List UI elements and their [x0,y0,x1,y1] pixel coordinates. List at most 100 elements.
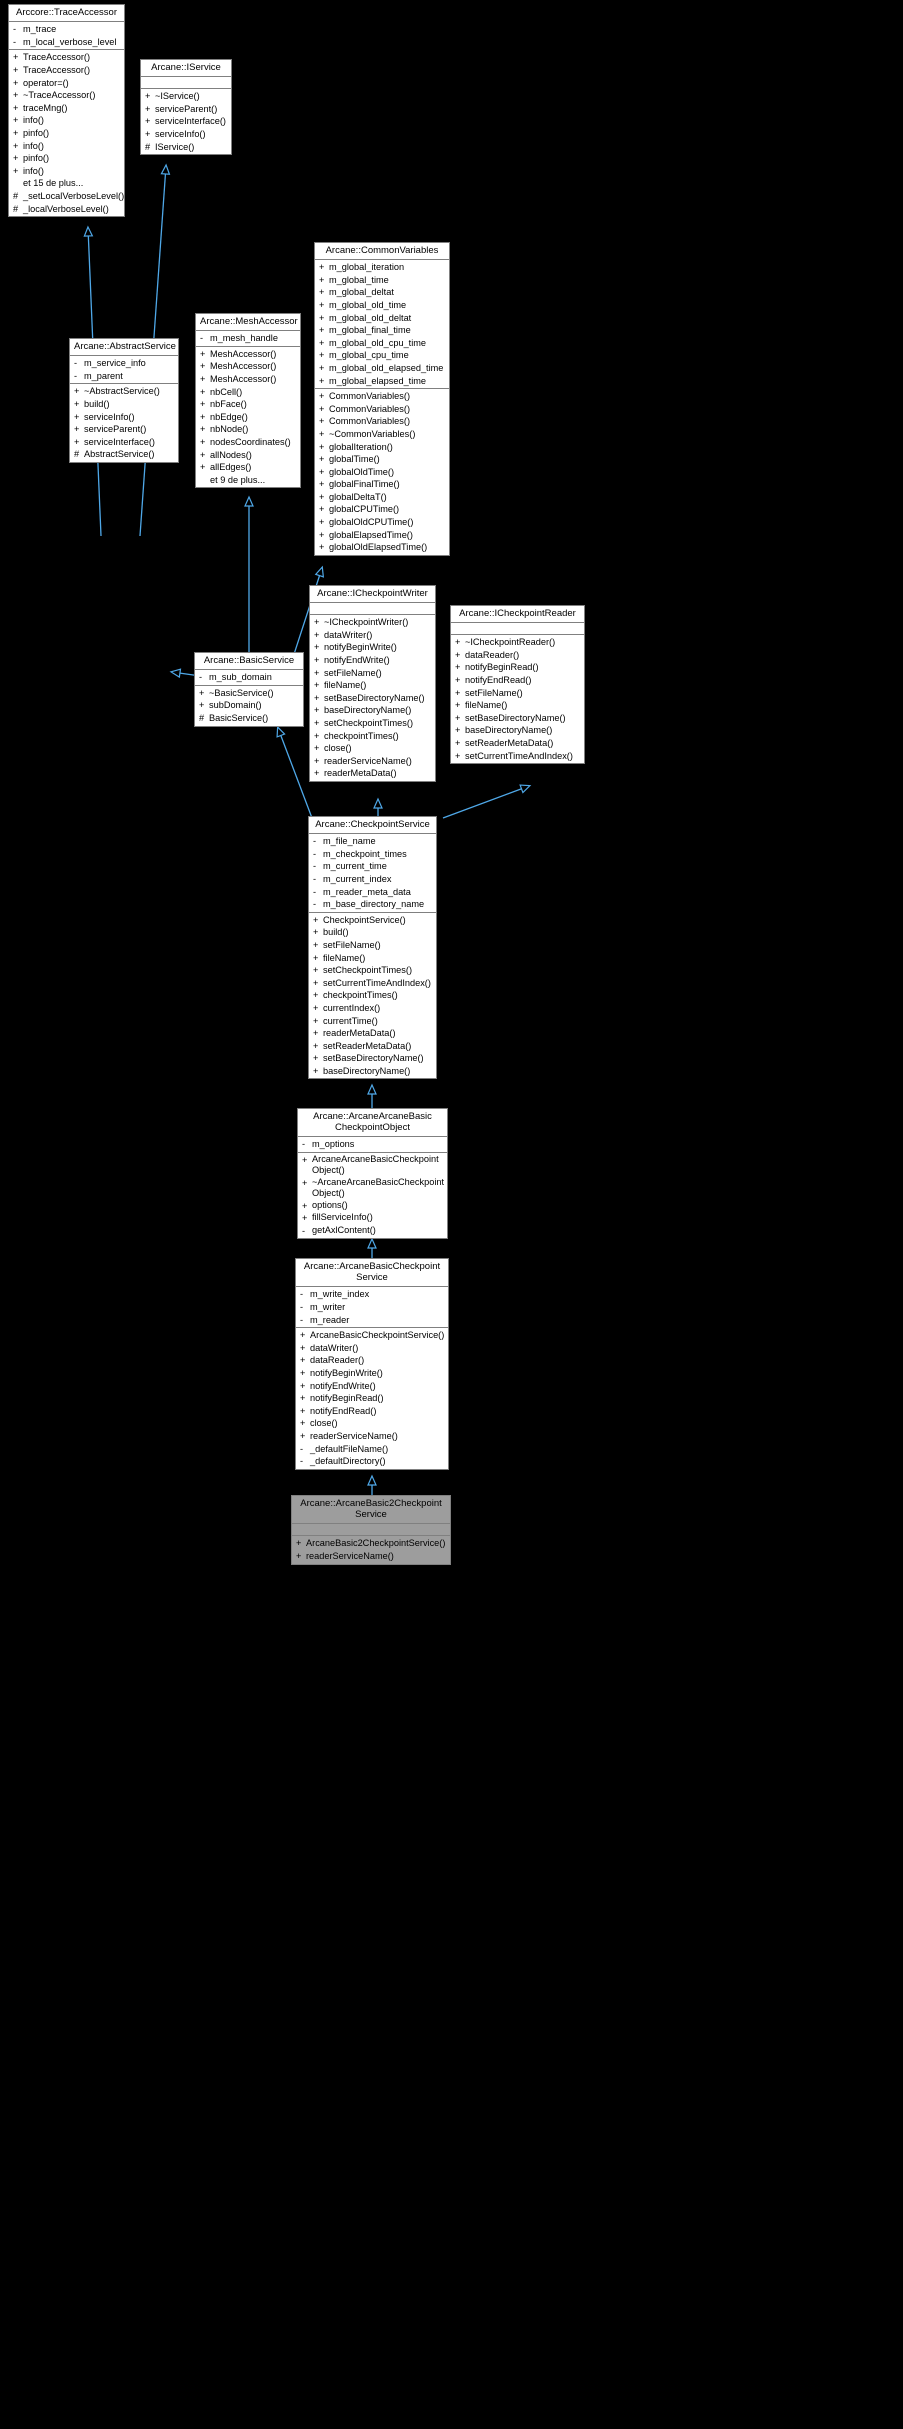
member-name: info() [23,115,44,126]
class-node-basic-service[interactable]: Arcane::BasicService - m_sub_domain + ~Bas… [194,652,304,727]
member-name: setReaderMetaData() [465,737,554,748]
member-visibility: # [199,712,205,723]
class-title: Arcane::AbstractService [70,339,178,357]
member-visibility: + [319,504,325,515]
class-member-row: - m_sub_domain [195,671,303,684]
attributes-section: - m_service_info - m_parent [70,356,178,385]
member-name: serviceInfo() [84,411,135,422]
member-name: setBaseDirectoryName() [323,1053,424,1064]
class-member-row: + TraceAccessor() [9,64,124,77]
class-node-icheckpoint-reader[interactable]: Arcane::ICheckpointReader + ~ICheckpointR… [450,605,585,765]
class-node-trace-accessor[interactable]: Arccore::TraceAccessor - m_trace - m_local_… [8,4,125,218]
member-name: ArcaneBasic2CheckpointService() [306,1538,446,1549]
member-name: fileName() [465,700,508,711]
member-name: MeshAccessor() [210,348,277,359]
class-member-row: + globalOldCPUTime() [315,516,449,529]
member-visibility: + [74,436,80,447]
member-visibility: + [319,262,325,273]
member-visibility: + [313,927,319,938]
class-member-row: - m_trace [9,23,124,36]
member-name: TraceAccessor() [23,64,91,75]
member-visibility: + [455,687,461,698]
member-name: fileName() [324,680,367,691]
edge-checkpointservice-icheckpointreader [442,784,532,819]
member-visibility: + [13,64,19,75]
class-member-row: - m_reader [296,1314,448,1327]
member-name: globalCPUTime() [329,504,400,515]
member-visibility: + [455,662,461,673]
member-name: getAxlContent() [312,1224,376,1235]
class-title: Arcane::IService [141,60,231,78]
class-member-row: + dataWriter() [296,1342,448,1355]
class-member-row: - m_parent [70,370,178,383]
member-visibility: + [199,687,205,698]
member-visibility: + [314,755,320,766]
class-member-row: + notifyBeginRead() [296,1392,448,1405]
member-visibility: + [200,436,206,447]
class-member-row: + m_global_old_cpu_time [315,337,449,350]
member-name: info() [23,165,44,176]
class-node-icheckpoint-writer[interactable]: Arcane::ICheckpointWriter + ~ICheckpointW… [309,585,436,782]
member-name: ~ICheckpointReader() [465,637,556,648]
member-name: checkpointTimes() [323,990,398,1001]
member-visibility: # [13,190,19,201]
member-name: subDomain() [209,700,262,711]
member-name: _localVerboseLevel() [23,203,109,214]
class-node-mesh-accessor[interactable]: Arcane::MeshAccessor - m_mesh_handle + Mes… [195,313,301,489]
member-visibility: + [300,1405,306,1416]
methods-section: + TraceAccessor() + TraceAccessor() + operato… [9,50,124,216]
member-name: globalElapsedTime() [329,529,413,540]
class-node-arcane-basic2-checkpoint-service[interactable]: Arcane::ArcaneBasic2Checkpoint Service +… [291,1495,451,1565]
class-node-common-variables[interactable]: Arcane::CommonVariables + m_global_iterat… [314,242,450,556]
member-visibility: + [74,386,80,397]
class-member-row: - _defaultDirectory() [296,1455,448,1468]
member-visibility: + [200,386,206,397]
class-node-arcane-basic-checkpoint-service[interactable]: Arcane::ArcaneBasicCheckpoint Service -m… [295,1258,449,1470]
member-visibility: + [319,287,325,298]
member-visibility: + [200,449,206,460]
member-name: ArcaneBasicCheckpointService() [310,1330,445,1341]
class-member-row: + setBaseDirectoryName() [309,1052,436,1065]
member-name: currentTime() [323,1015,378,1026]
member-name: notifyEndRead() [465,674,532,685]
class-node-abstract-service[interactable]: Arcane::AbstractService - m_service_info -… [69,338,179,463]
member-visibility: + [314,654,320,665]
class-member-row: - m_writer [296,1301,448,1314]
member-name: CommonVariables() [329,403,411,414]
member-visibility: + [314,680,320,691]
member-name: CommonVariables() [329,391,411,402]
member-name: setFileName() [324,667,382,678]
member-name: baseDirectoryName() [323,1065,411,1076]
class-node-iservice[interactable]: Arcane::IService + ~IService() + servicePar… [140,59,232,156]
class-member-row: + m_global_old_time [315,299,449,312]
methods-section: + ArcaneArcaneBasicCheckpoint Object() + ~A… [298,1153,447,1238]
member-visibility: + [319,362,325,373]
member-name: m_global_time [329,274,389,285]
methods-section: + ~AbstractService() + build() + serviceInfo(… [70,384,178,462]
class-member-row: + setReaderMetaData() [309,1040,436,1053]
class-member-row: + serviceInfo() [70,411,178,424]
class-member-row: + info() [9,165,124,178]
attributes-section [292,1524,450,1537]
class-member-row: + setFileName() [310,667,435,680]
member-visibility: + [200,424,206,435]
class-member-row: + serviceParent() [70,423,178,436]
class-member-row: + readerServiceName() [310,755,435,768]
member-visibility: + [319,350,325,361]
member-name: AbstractService() [84,449,155,460]
class-member-row: + nodesCoordinates() [196,436,300,449]
class-node-arcane-arcane-basic-checkpoint-object[interactable]: Arcane::ArcaneArcaneBasic CheckpointObje… [297,1108,448,1240]
methods-section: + ~ICheckpointWriter() + dataWriter() + notif… [310,615,435,781]
member-name: baseDirectoryName() [324,705,412,716]
class-member-row: + operator=() [9,77,124,90]
class-member-row: + ArcaneBasicCheckpointService() [296,1329,448,1342]
class-member-row: + m_global_final_time [315,324,449,337]
class-member-row: + traceMng() [9,102,124,115]
member-name: m_base_directory_name [323,899,425,910]
class-member-row: + ~ICheckpointWriter() [310,616,435,629]
member-visibility: + [145,91,151,102]
class-node-checkpoint-service[interactable]: Arcane::CheckpointService - m_file_name - m… [308,816,437,1080]
member-name: readerServiceName() [306,1551,394,1561]
member-visibility: - [300,1456,304,1467]
member-name: setFileName() [323,939,381,950]
